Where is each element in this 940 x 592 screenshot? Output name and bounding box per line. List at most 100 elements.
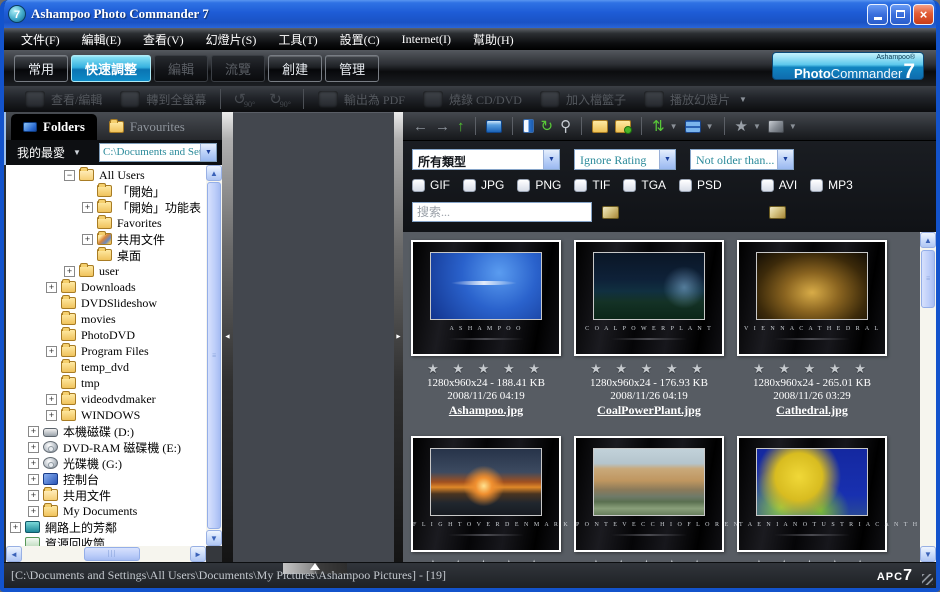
- checkbox[interactable]: [574, 179, 587, 192]
- view-mode-icon[interactable]: ▼: [685, 120, 714, 133]
- tree-item[interactable]: 「開始」: [6, 183, 206, 199]
- menu-item[interactable]: 設置(C): [329, 31, 391, 48]
- menu-item[interactable]: 編輯(E): [71, 31, 132, 48]
- expand-box[interactable]: +: [82, 234, 93, 245]
- scrollbar-thumb[interactable]: |||: [84, 547, 140, 561]
- close-button[interactable]: ×: [913, 4, 934, 25]
- menu-item[interactable]: 幻燈片(S): [195, 31, 268, 48]
- expand-box[interactable]: +: [64, 266, 75, 277]
- scroll-down-arrow[interactable]: ▼: [920, 546, 936, 562]
- menu-item[interactable]: Internet(I): [391, 32, 462, 47]
- chevron-down-icon[interactable]: ▼: [543, 150, 559, 169]
- export-pdf-button[interactable]: 輸出為 PDF: [309, 91, 414, 108]
- checkbox[interactable]: [517, 179, 530, 192]
- back-icon[interactable]: ← ▼: [413, 119, 428, 134]
- tree-horizontal-scrollbar[interactable]: ◄ ||| ►: [6, 546, 206, 562]
- scroll-left-arrow[interactable]: ◄: [6, 546, 22, 562]
- right-splitter[interactable]: ►: [394, 112, 403, 562]
- ribbon-tab[interactable]: 編輯: [154, 55, 208, 82]
- photo-thumbnail[interactable]: T A E N I A N O T U S T R I A C A N T H …: [737, 436, 887, 552]
- checkbox[interactable]: [623, 179, 636, 192]
- collapse-left-icon[interactable]: ◄: [222, 334, 233, 341]
- forward-icon[interactable]: → ▼: [435, 119, 450, 134]
- expand-box[interactable]: +: [28, 458, 39, 469]
- filetype-checkbox-mp3[interactable]: MP3: [810, 178, 853, 192]
- filename-link[interactable]: Ashampoo.jpg: [411, 403, 561, 418]
- filetype-checkbox-psd[interactable]: PSD: [679, 178, 722, 192]
- filename-link[interactable]: CoalPowerPlant.jpg: [574, 403, 724, 418]
- tree-item[interactable]: + 共用文件: [6, 231, 206, 247]
- rating-icon[interactable]: ★ ▼: [735, 119, 761, 134]
- expand-box[interactable]: +: [28, 506, 39, 517]
- file-type-filter[interactable]: 所有類型 ▼: [412, 149, 560, 170]
- scroll-right-arrow[interactable]: ►: [190, 546, 206, 562]
- maximize-button[interactable]: [890, 4, 911, 25]
- refresh-icon[interactable]: ↻ ▼: [541, 119, 554, 134]
- left-splitter[interactable]: ◄: [222, 112, 233, 562]
- thumbnail-cell[interactable]: T A E N I A N O T U S T R I A C A N T H …: [737, 436, 887, 562]
- photo-thumbnail[interactable]: A S H A M P O O: [411, 240, 561, 356]
- checkbox[interactable]: [761, 179, 774, 192]
- tree-item[interactable]: + My Documents: [6, 503, 206, 519]
- filetype-checkbox-gif[interactable]: GIF: [412, 178, 450, 192]
- tree-item[interactable]: − All Users: [6, 167, 206, 183]
- photo-thumbnail[interactable]: F L I G H T O V E R D E N M A R K: [411, 436, 561, 552]
- menu-item[interactable]: 幫助(H): [462, 31, 525, 48]
- ribbon-tab[interactable]: 管理: [325, 55, 379, 82]
- search-pictures-icon[interactable]: [769, 206, 786, 219]
- rotate-right-button[interactable]: ↻90°: [262, 90, 298, 109]
- collapse-right-icon[interactable]: ►: [394, 334, 403, 341]
- folder-ok-icon[interactable]: ▼: [615, 120, 631, 133]
- tree-item[interactable]: PhotoDVD: [6, 327, 206, 343]
- tree-item[interactable]: + WINDOWS: [6, 407, 206, 423]
- expand-box[interactable]: +: [28, 426, 39, 437]
- burn-cd-button[interactable]: 燒錄 CD/DVD: [414, 91, 531, 108]
- expand-box[interactable]: +: [28, 442, 39, 453]
- tree-item[interactable]: + 「開始」功能表: [6, 199, 206, 215]
- tree-item[interactable]: movies: [6, 311, 206, 327]
- scroll-up-arrow[interactable]: ▲: [206, 165, 222, 181]
- menu-item[interactable]: 文件(F): [10, 31, 71, 48]
- tree-item[interactable]: + user: [6, 263, 206, 279]
- search-input[interactable]: [412, 202, 592, 222]
- photo-thumbnail[interactable]: V I E N N A C A T H E D R A L: [737, 240, 887, 356]
- expand-box[interactable]: +: [46, 394, 57, 405]
- ribbon-tab[interactable]: 創建: [268, 55, 322, 82]
- thumbnail-cell[interactable]: A S H A M P O O ★ ★ ★ ★ ★ 1280x960x24 - …: [411, 240, 561, 418]
- expand-box[interactable]: +: [46, 410, 57, 421]
- filetype-checkbox-avi[interactable]: AVI: [761, 178, 797, 192]
- checkbox[interactable]: [679, 179, 692, 192]
- path-combo[interactable]: C:\Documents and Sett ▼: [99, 143, 217, 162]
- tree-item[interactable]: DVDSlideshow: [6, 295, 206, 311]
- filetype-checkbox-jpg[interactable]: JPG: [463, 178, 504, 192]
- thumbnail-cell[interactable]: C O A L P O W E R P L A N T ★ ★ ★ ★ ★ 12…: [574, 240, 724, 418]
- file-basket-button[interactable]: 加入檔籃子: [531, 91, 635, 108]
- tree-item[interactable]: + 共用文件: [6, 487, 206, 503]
- scroll-down-arrow[interactable]: ▼: [206, 530, 222, 546]
- thumbnail-cell[interactable]: P O N T E V E C C H I O F L O R E N C E …: [574, 436, 724, 562]
- tree-item[interactable]: tmp: [6, 375, 206, 391]
- favorites-dropdown-button[interactable]: 我的最愛▼: [11, 144, 87, 161]
- up-icon[interactable]: ↑ ▼: [457, 119, 465, 134]
- ribbon-tab[interactable]: 常用: [14, 55, 68, 82]
- rating-stars[interactable]: ★ ★ ★ ★ ★: [574, 361, 724, 377]
- ribbon-tab[interactable]: 流覽: [211, 55, 265, 82]
- expand-box[interactable]: +: [28, 474, 39, 485]
- chevron-down-icon[interactable]: ▼: [200, 144, 216, 161]
- rating-filter[interactable]: Ignore Rating ▼: [574, 149, 676, 170]
- tree-item[interactable]: + 本機磁碟 (D:): [6, 423, 206, 439]
- expand-box[interactable]: +: [28, 490, 39, 501]
- thumbnail-vertical-scrollbar[interactable]: ▲ ≡ ▼: [920, 232, 936, 562]
- expand-box[interactable]: +: [46, 282, 57, 293]
- scrollbar-thumb[interactable]: ≡: [921, 250, 935, 308]
- expand-box[interactable]: +: [46, 346, 57, 357]
- scrollbar-thumb[interactable]: ≡: [207, 182, 221, 529]
- tree-item[interactable]: Favorites: [6, 215, 206, 231]
- photo-thumbnail[interactable]: C O A L P O W E R P L A N T: [574, 240, 724, 356]
- tree-item[interactable]: 桌面: [6, 247, 206, 263]
- menu-item[interactable]: 查看(V): [132, 31, 195, 48]
- tree-item[interactable]: + 控制台: [6, 471, 206, 487]
- filetype-checkbox-tif[interactable]: TIF: [574, 178, 610, 192]
- tree-item[interactable]: + 網路上的芳鄰: [6, 519, 206, 535]
- menu-item[interactable]: 工具(T): [267, 31, 328, 48]
